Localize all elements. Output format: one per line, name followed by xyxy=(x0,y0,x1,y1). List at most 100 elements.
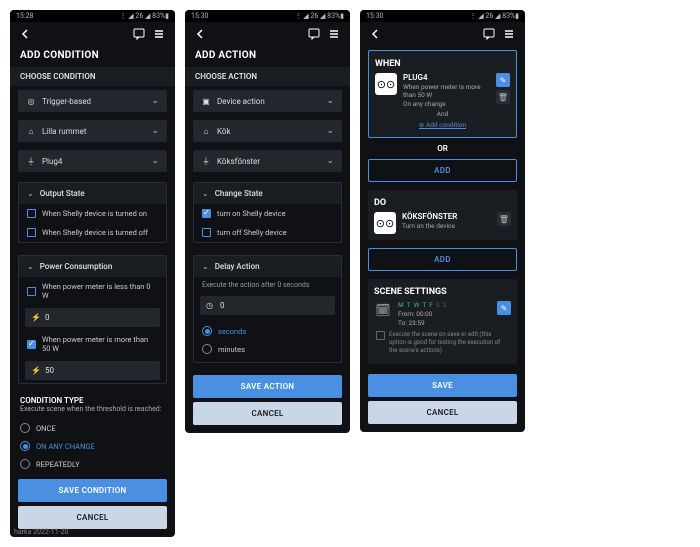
or-label: OR xyxy=(360,142,525,155)
checkbox[interactable] xyxy=(27,340,36,349)
input-value: 0 xyxy=(45,313,50,322)
checkbox[interactable] xyxy=(376,331,385,340)
status-time: 15:28 xyxy=(16,12,33,20)
section-header[interactable]: ⌄ Power Consumption xyxy=(19,256,166,277)
add-condition-link[interactable]: ⊕ Add condition xyxy=(375,120,510,131)
menu-icon[interactable] xyxy=(328,28,340,40)
select-device[interactable]: ⏚ Köksfönster ⌄ xyxy=(193,150,342,172)
chevron-down-icon: ⌄ xyxy=(151,126,159,136)
edit-button[interactable]: ✎ xyxy=(496,73,510,87)
do-add-button[interactable]: ADD xyxy=(368,248,517,271)
select-label: Device action xyxy=(217,97,326,106)
checkbox-row[interactable]: When power meter is less than 0 W xyxy=(19,277,166,305)
scene-settings-card: SCENE SETTINGS 🗓 M T W T F S S From: 00:… xyxy=(368,279,517,364)
radio[interactable] xyxy=(202,344,212,354)
radio-on-any-change[interactable]: ON ANY CHANGE xyxy=(10,437,175,455)
when-card: WHEN ⊙⊙ PLUG4 When power meter is more t… xyxy=(368,50,517,138)
select-trigger-type[interactable]: ◎ Trigger-based ⌄ xyxy=(18,90,167,112)
checkbox[interactable] xyxy=(27,287,36,296)
back-icon[interactable] xyxy=(370,29,380,39)
plug-icon: ⏚ xyxy=(201,156,211,166)
day: T xyxy=(422,301,426,309)
delay-input[interactable]: ◷0 xyxy=(200,296,335,315)
when-add-button[interactable]: ADD xyxy=(368,159,517,182)
checkbox[interactable] xyxy=(202,209,211,218)
radio[interactable] xyxy=(202,326,212,336)
chevron-down-icon: ⌄ xyxy=(202,262,209,271)
checkbox-row[interactable]: turn off Shelly device xyxy=(194,223,341,242)
checkbox-label: When Shelly device is turned off xyxy=(42,228,148,237)
radio[interactable] xyxy=(20,423,30,433)
chevron-down-icon: ⌄ xyxy=(27,262,34,271)
save-button[interactable]: SAVE xyxy=(368,374,517,397)
chat-icon[interactable] xyxy=(133,28,145,40)
radio-label: REPEATEDLY xyxy=(36,460,80,469)
checkbox[interactable] xyxy=(202,228,211,237)
input-value: 50 xyxy=(45,366,54,375)
section-header[interactable]: ⌄ Change State xyxy=(194,183,341,204)
checkbox-row[interactable]: When Shelly device is turned on xyxy=(19,204,166,223)
menu-icon[interactable] xyxy=(153,28,165,40)
cancel-button[interactable]: CANCEL xyxy=(368,401,517,424)
delete-button[interactable]: 🗑 xyxy=(496,90,510,104)
back-icon[interactable] xyxy=(20,29,30,39)
execute-on-save-row[interactable]: Execute the scene on save or edit (this … xyxy=(374,327,511,358)
device-name: KÖKSFÖNSTER xyxy=(402,212,491,221)
and-label: And xyxy=(375,108,510,120)
power-less-input[interactable]: ⚡0 xyxy=(25,308,160,327)
edit-schedule-button[interactable]: ✎ xyxy=(497,301,511,315)
select-action-type[interactable]: ▣ Device action ⌄ xyxy=(193,90,342,112)
back-icon[interactable] xyxy=(195,29,205,39)
section-title: Output State xyxy=(40,189,85,198)
card-title: DO xyxy=(374,196,511,212)
menu-icon[interactable] xyxy=(503,28,515,40)
section-header[interactable]: ⌄ Delay Action xyxy=(194,256,341,277)
top-bar xyxy=(10,22,175,46)
top-actions xyxy=(483,28,515,40)
section-title: Power Consumption xyxy=(40,262,113,271)
radio[interactable] xyxy=(20,441,30,451)
checkbox-row[interactable]: When power meter is more than 50 W xyxy=(19,330,166,358)
select-label: Trigger-based xyxy=(42,97,151,106)
checkbox-row[interactable]: When Shelly device is turned off xyxy=(19,223,166,242)
save-action-button[interactable]: SAVE ACTION xyxy=(193,375,342,398)
schedule-row: 🗓 M T W T F S S From: 00:00 To: 23:59 ✎ xyxy=(374,301,511,327)
page-title: ADD ACTION xyxy=(185,46,350,67)
power-more-input[interactable]: ⚡50 xyxy=(25,361,160,380)
section-title: CONDITION TYPE xyxy=(20,396,165,405)
time-to: To: 23:59 xyxy=(398,319,491,327)
select-room[interactable]: ⌂ Kök ⌄ xyxy=(193,120,342,142)
delay-note: Execute the action after 0 seconds xyxy=(194,277,341,293)
target-icon: ◎ xyxy=(26,96,36,106)
save-condition-button[interactable]: SAVE CONDITION xyxy=(18,479,167,502)
day: S xyxy=(436,301,440,309)
select-label: Kök xyxy=(217,127,326,136)
section-title: Change State xyxy=(215,189,263,198)
execute-note-text: Execute the scene on save or edit (this … xyxy=(389,331,509,354)
chevron-down-icon: ⌄ xyxy=(27,189,34,198)
device-condition: When power meter is more than 50 W xyxy=(403,83,490,99)
radio-seconds[interactable]: seconds xyxy=(202,322,333,340)
radio-repeatedly[interactable]: REPEATEDLY xyxy=(10,455,175,473)
checkbox[interactable] xyxy=(27,228,36,237)
chevron-down-icon: ⌄ xyxy=(202,189,209,198)
section-header[interactable]: ⌄ Output State xyxy=(19,183,166,204)
cancel-button[interactable]: CANCEL xyxy=(193,402,342,425)
checkbox-row[interactable]: turn on Shelly device xyxy=(194,204,341,223)
radio-once[interactable]: ONCE xyxy=(10,419,175,437)
select-room[interactable]: ⌂ Lilla rummet ⌄ xyxy=(18,120,167,142)
select-device[interactable]: ⏚ Plug4 ⌄ xyxy=(18,150,167,172)
day: T xyxy=(407,301,411,309)
chat-icon[interactable] xyxy=(483,28,495,40)
screen-add-action: 15:30 ⋮ ◢ 26 ◢ 83%▮ ADD ACTION CHOOSE AC… xyxy=(185,10,350,433)
section-title: Delay Action xyxy=(215,262,260,271)
select-label: Lilla rummet xyxy=(42,127,151,136)
day: W xyxy=(414,301,420,309)
radio-minutes[interactable]: minutes xyxy=(202,340,333,358)
status-right: ⋮ ◢ 26 ◢ 83%▮ xyxy=(470,12,519,20)
time-from: From: 00:00 xyxy=(398,310,491,318)
delete-button[interactable]: 🗑 xyxy=(497,212,511,226)
radio[interactable] xyxy=(20,459,30,469)
chat-icon[interactable] xyxy=(308,28,320,40)
checkbox[interactable] xyxy=(27,209,36,218)
